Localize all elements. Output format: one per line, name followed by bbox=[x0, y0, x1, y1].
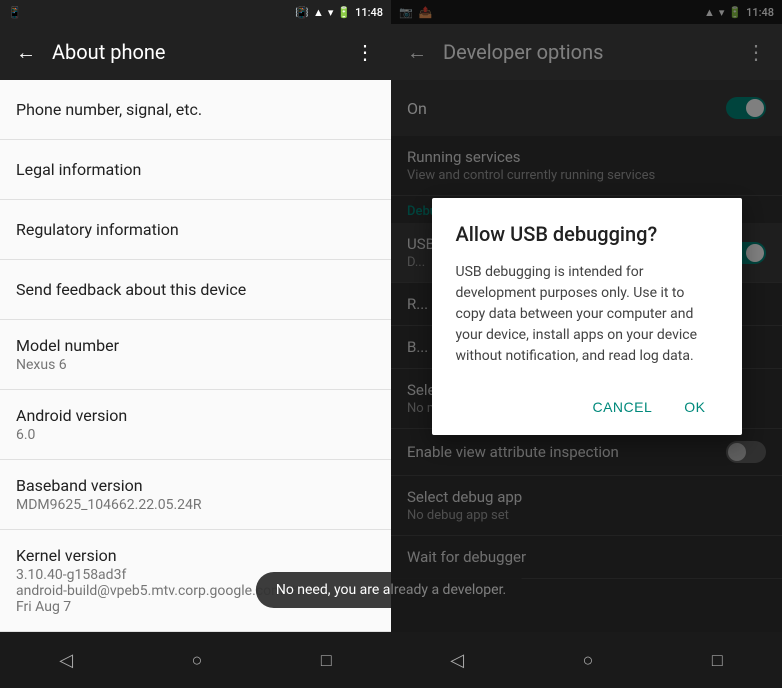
list-item[interactable]: Legal information bbox=[0, 140, 391, 200]
send-feedback-item[interactable]: Send feedback about this device bbox=[0, 260, 391, 320]
dialog-ok-button[interactable]: OK bbox=[672, 391, 717, 423]
list-item-primary: Baseband version bbox=[16, 476, 375, 495]
right-recent-nav-button[interactable]: □ bbox=[688, 642, 747, 679]
dialog-body: USB debugging is intended for developmen… bbox=[456, 262, 718, 367]
left-time: 11:48 bbox=[355, 6, 383, 19]
android-version-item[interactable]: Android version 6.0 bbox=[0, 390, 391, 460]
right-panel: 📷 📤 ▲ ▾ 🔋 11:48 ← Developer options ⋮ On… bbox=[391, 0, 782, 688]
right-back-nav-button[interactable]: ◁ bbox=[426, 642, 488, 679]
list-item-primary: Regulatory information bbox=[16, 220, 375, 239]
list-item-secondary: 6.0 bbox=[16, 427, 375, 443]
left-status-right: 📳 ▲ ▾ 🔋 11:48 bbox=[295, 6, 383, 19]
wifi-icon: ▾ bbox=[328, 6, 334, 19]
left-app-bar: ← About phone ⋮ bbox=[0, 24, 391, 80]
signal-icon: ▲ bbox=[313, 6, 324, 19]
left-status-bar: 📱 📳 ▲ ▾ 🔋 11:48 bbox=[0, 0, 391, 24]
usb-debugging-dialog: Allow USB debugging? USB debugging is in… bbox=[432, 198, 742, 435]
list-item-primary: Android version bbox=[16, 406, 375, 425]
list-item-primary: Kernel version bbox=[16, 546, 375, 565]
list-item-primary: Send feedback about this device bbox=[16, 280, 375, 299]
left-status-icons: 📱 bbox=[8, 6, 22, 19]
left-more-button[interactable]: ⋮ bbox=[355, 40, 375, 64]
list-item-secondary: MDM9625_104662.22.05.24R bbox=[16, 497, 375, 513]
dialog-title: Allow USB debugging? bbox=[456, 222, 718, 246]
back-nav-button[interactable]: ◁ bbox=[35, 642, 97, 679]
regulatory-information-item[interactable]: Regulatory information bbox=[0, 200, 391, 260]
list-item-primary: Model number bbox=[16, 336, 375, 355]
model-number-item[interactable]: Model number Nexus 6 bbox=[0, 320, 391, 390]
home-nav-button[interactable]: ○ bbox=[168, 642, 227, 679]
vibrate-icon: 📳 bbox=[295, 6, 309, 19]
right-home-nav-button[interactable]: ○ bbox=[559, 642, 618, 679]
recent-nav-button[interactable]: □ bbox=[297, 642, 356, 679]
left-bottom-nav: ◁ ○ □ bbox=[0, 632, 391, 688]
toast-message: No need, you are already a developer. bbox=[256, 572, 391, 608]
left-panel: 📱 📳 ▲ ▾ 🔋 11:48 ← About phone ⋮ Phone nu… bbox=[0, 0, 391, 688]
battery-icon: 🔋 bbox=[337, 6, 351, 19]
dialog-overlay: Allow USB debugging? USB debugging is in… bbox=[391, 0, 782, 632]
list-item[interactable]: Phone number, signal, etc. bbox=[0, 80, 391, 140]
baseband-version-item[interactable]: Baseband version MDM9625_104662.22.05.24… bbox=[0, 460, 391, 530]
left-app-title: About phone bbox=[52, 40, 339, 64]
notification-icon: 📱 bbox=[8, 6, 22, 19]
list-item-secondary: Nexus 6 bbox=[16, 357, 375, 373]
dialog-cancel-button[interactable]: CANCEL bbox=[580, 391, 664, 423]
about-phone-list: Phone number, signal, etc. Legal informa… bbox=[0, 80, 391, 632]
list-item-primary: Phone number, signal, etc. bbox=[16, 100, 375, 119]
right-bottom-nav: ◁ ○ □ bbox=[391, 632, 782, 688]
left-back-button[interactable]: ← bbox=[16, 40, 36, 65]
dialog-actions: CANCEL OK bbox=[456, 383, 718, 427]
list-item-primary: Legal information bbox=[16, 160, 375, 179]
